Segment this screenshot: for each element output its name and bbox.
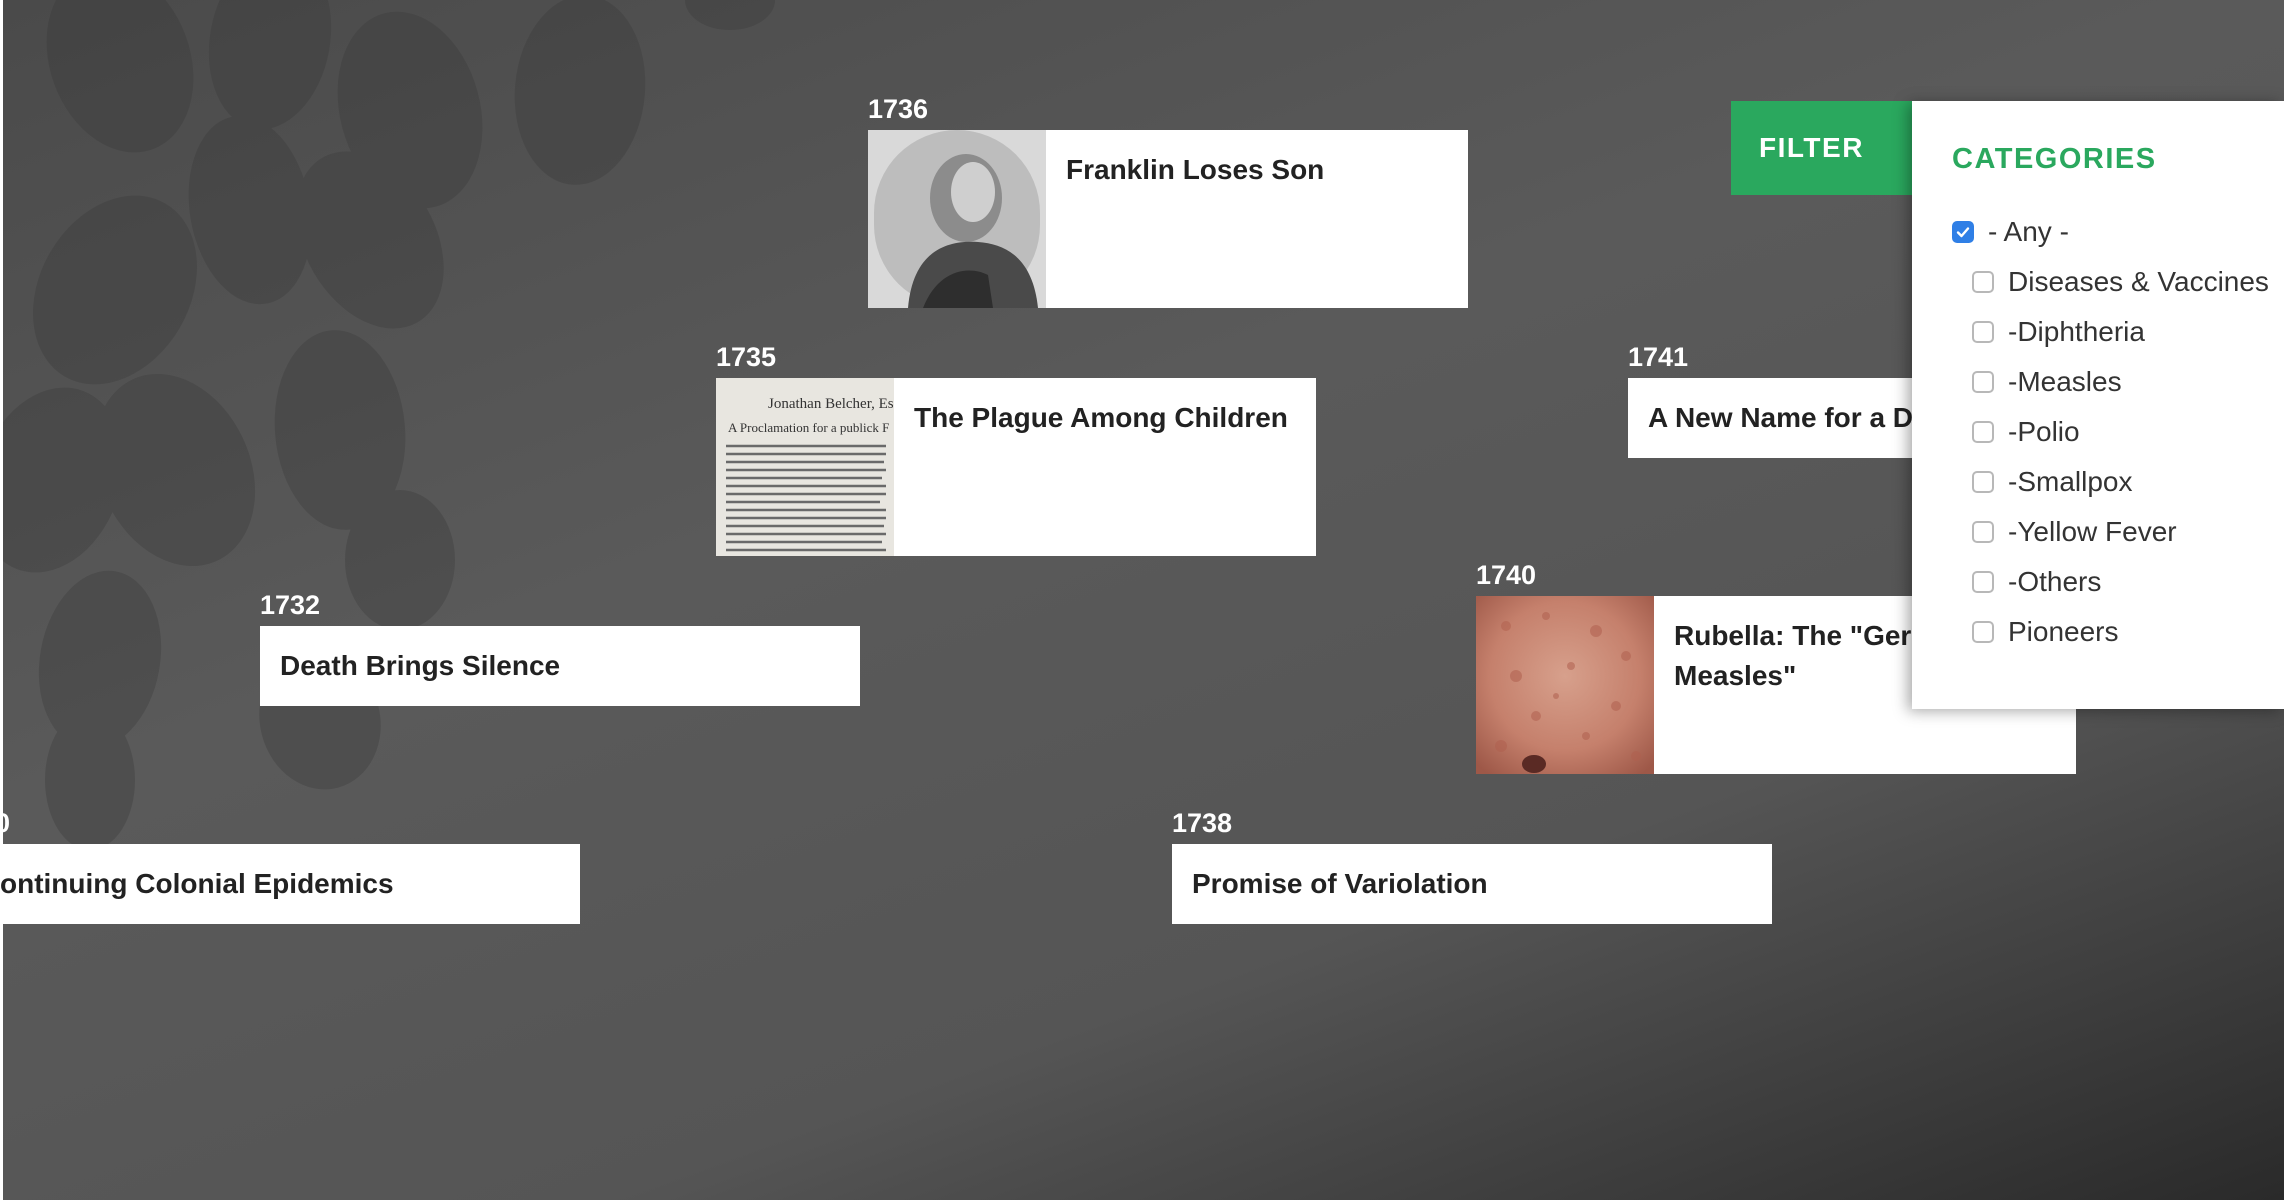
category-checkbox[interactable] <box>1972 571 1994 593</box>
event-card[interactable]: Promise of Variolation <box>1172 844 1772 924</box>
category-option[interactable]: -Measles <box>1912 357 2284 407</box>
event-title: Promise of Variolation <box>1192 868 1488 899</box>
event-title: The Plague Among Children <box>914 402 1288 433</box>
thumbnail-heading: Jonathan Belcher, Esq; <box>768 396 894 412</box>
category-label: Pioneers <box>2008 616 2119 647</box>
category-option[interactable]: -Others <box>1912 557 2284 607</box>
event-title: Death Brings Silence <box>280 650 561 681</box>
category-label: -Polio <box>2008 416 2080 447</box>
page-left-border <box>0 0 3 1200</box>
categories-panel: CATEGORIES - Any - Diseases & Vaccines -Di… <box>1912 101 2284 709</box>
event-title: Franklin Loses Son <box>1066 154 1325 185</box>
category-option[interactable]: -Smallpox <box>1912 457 2284 507</box>
event-card[interactable]: Death Brings Silence <box>260 626 860 706</box>
event-card[interactable]: Jonathan Belcher, Esq; A Proclamation fo… <box>716 378 1316 556</box>
portrait-thumbnail <box>868 130 1046 308</box>
category-checkbox[interactable] <box>1972 421 1994 443</box>
event-year: 1736 <box>868 94 929 124</box>
category-checkbox[interactable] <box>1972 521 1994 543</box>
event-year: 1735 <box>716 342 777 372</box>
category-option[interactable]: Diseases & Vaccines <box>1912 257 2284 307</box>
event-card[interactable]: ontinuing Colonial Epidemics <box>0 844 580 924</box>
category-label: - Any - <box>1988 216 2069 247</box>
category-checkbox[interactable] <box>1972 371 1994 393</box>
event-year: 1732 <box>260 590 321 620</box>
category-checkbox[interactable] <box>1972 621 1994 643</box>
event-year: 1740 <box>1476 560 1537 590</box>
category-checkbox[interactable] <box>1972 471 1994 493</box>
category-label: -Others <box>2008 566 2102 597</box>
panel-title: CATEGORIES <box>1952 143 2157 175</box>
category-option[interactable]: - Any - <box>1912 207 2284 257</box>
event-title: ontinuing Colonial Epidemics <box>0 868 394 899</box>
category-label: -Smallpox <box>2008 466 2133 497</box>
category-option[interactable]: -Diphtheria <box>1912 307 2284 357</box>
category-checkbox[interactable] <box>1972 321 1994 343</box>
category-label: -Yellow Fever <box>2008 516 2177 547</box>
rash-photo-thumbnail <box>1476 596 1654 774</box>
category-option[interactable]: Pioneers <box>1912 607 2284 657</box>
thumbnail-subheading: A Proclamation for a publick F <box>728 420 889 435</box>
filter-button[interactable]: FILTER <box>1731 101 1913 195</box>
category-label: Diseases & Vaccines <box>2008 266 2269 297</box>
category-checkbox[interactable] <box>1952 221 1974 243</box>
category-list: - Any - Diseases & Vaccines -Diphtheria -Me… <box>1912 207 2284 657</box>
category-label: -Measles <box>2008 366 2122 397</box>
event-year: 1741 <box>1628 342 1689 372</box>
newspaper-thumbnail: Jonathan Belcher, Esq; A Proclamation fo… <box>716 378 894 556</box>
category-option[interactable]: -Yellow Fever <box>1912 507 2284 557</box>
event-year: 1738 <box>1172 808 1233 838</box>
category-option[interactable]: -Polio <box>1912 407 2284 457</box>
event-card[interactable]: Franklin Loses Son <box>868 130 1468 308</box>
event-year: 30 <box>0 808 11 838</box>
category-checkbox[interactable] <box>1972 271 1994 293</box>
checkmark-icon <box>1956 227 1970 238</box>
event-title: A New Name for a D <box>1648 402 1914 433</box>
category-label: -Diphtheria <box>2008 316 2145 347</box>
